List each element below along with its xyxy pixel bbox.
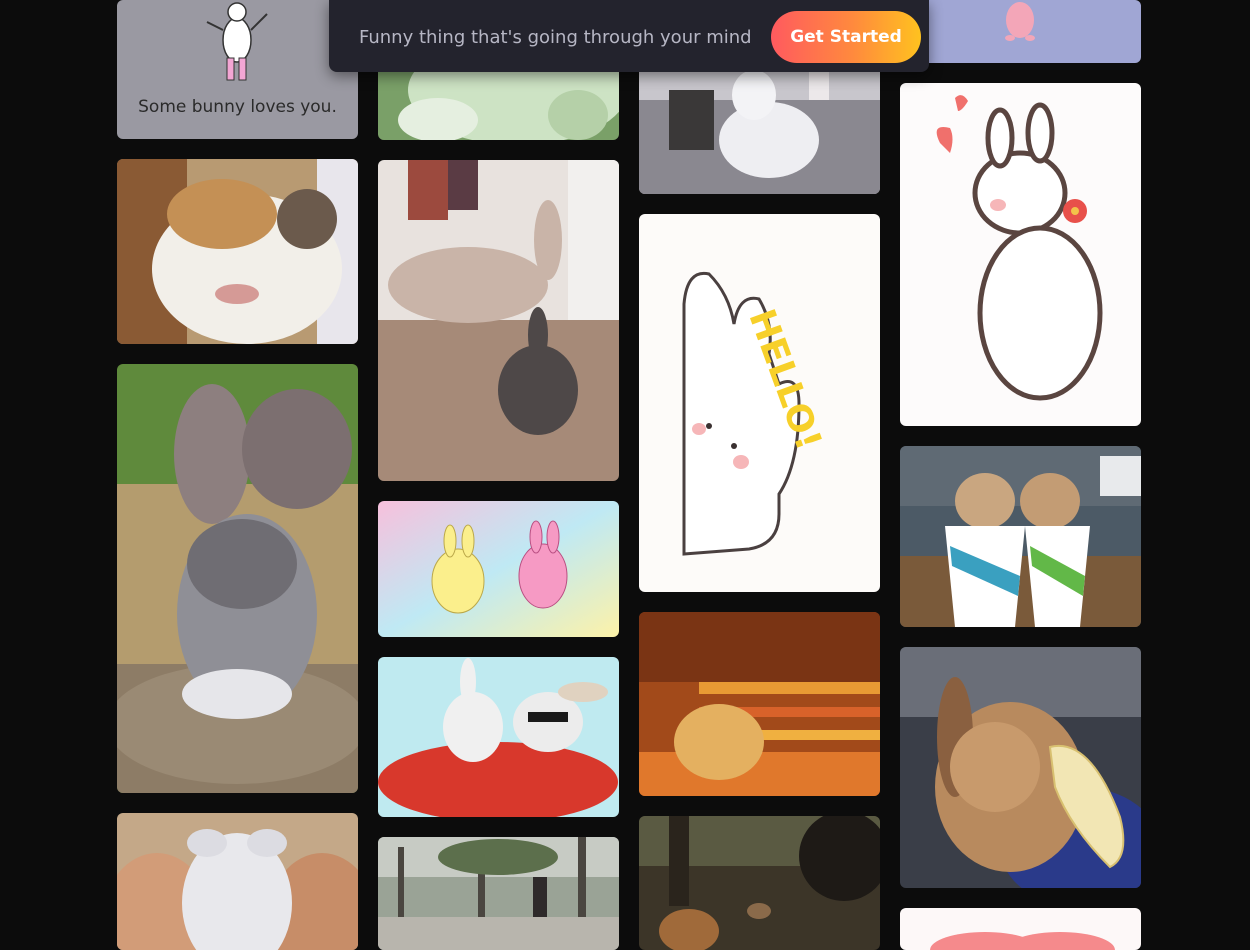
gif-tile-rabbit-blanket[interactable] (639, 612, 880, 796)
gif-tile-angora-rabbit[interactable] (117, 364, 358, 793)
gif-image (378, 160, 619, 481)
get-started-button[interactable]: Get Started (771, 11, 921, 63)
gif-image (378, 657, 619, 817)
gif-image (900, 0, 1141, 63)
gif-masonry-grid: Some bunny loves you. HELLO! (117, 0, 1141, 950)
gif-tile-rabbit-banana[interactable] (900, 647, 1141, 888)
gif-image (900, 83, 1141, 426)
gif-image (900, 647, 1141, 888)
gif-image (900, 446, 1141, 627)
gif-tile-pink-cartoon-bunny[interactable] (900, 0, 1141, 63)
gif-image (639, 214, 880, 592)
gif-image (639, 612, 880, 796)
gif-gallery-page: Some bunny loves you. HELLO! Funny thing… (0, 0, 1250, 950)
gif-tile-bunny-flower[interactable] (900, 83, 1141, 426)
gif-tile-bunny-loves-you[interactable]: Some bunny loves you. (117, 0, 358, 139)
gif-image (378, 501, 619, 637)
gif-tile-pink-heart[interactable] (900, 908, 1141, 950)
gif-tile-pastel-bunnies[interactable] (378, 501, 619, 637)
gif-image (117, 813, 358, 950)
gif-image (378, 837, 619, 950)
gif-tile-rabbits-cups[interactable] (900, 446, 1141, 627)
gif-image (900, 908, 1141, 950)
gif-tile-rabbits-forest[interactable] (639, 816, 880, 950)
prompt-bar: Funny thing that's going through your mi… (329, 0, 929, 72)
gif-caption: Some bunny loves you. (138, 97, 337, 117)
prompt-input[interactable]: Funny thing that's going through your mi… (359, 27, 752, 48)
gif-tile-hello-bunnies[interactable]: HELLO! (639, 214, 880, 592)
gif-image (117, 0, 358, 139)
gif-tile-rabbits-park[interactable] (378, 837, 619, 950)
gif-image (639, 816, 880, 950)
gif-tile-calico-rabbit[interactable] (117, 159, 358, 344)
gif-tile-bunnies-car[interactable] (378, 657, 619, 817)
gif-image (117, 159, 358, 344)
gif-tile-rabbits-jumping[interactable] (378, 160, 619, 481)
gif-tile-baby-rabbit-hands[interactable] (117, 813, 358, 950)
gif-image (117, 364, 358, 793)
